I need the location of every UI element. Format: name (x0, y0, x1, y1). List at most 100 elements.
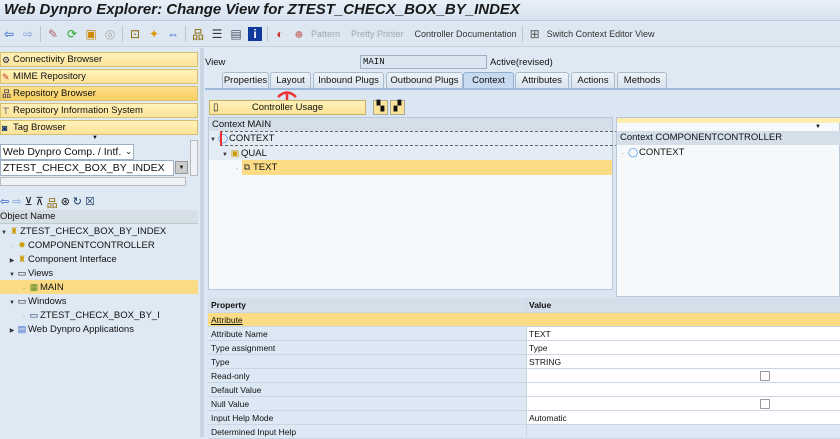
tab-inbound-plugs[interactable]: Inbound Plugs (313, 72, 384, 89)
stack-icon[interactable]: ☰ (210, 27, 224, 41)
nav-mime-repository[interactable]: ✎ MIME Repository (0, 69, 198, 84)
property-value (527, 425, 840, 438)
component-context-node[interactable]: · ◯CONTEXT (619, 145, 684, 160)
tree-item-applications[interactable]: ▶ ▤ Web Dynpro Applications (0, 322, 198, 336)
nav-label: Connectivity Browser (13, 54, 103, 65)
splitter[interactable] (200, 48, 204, 437)
collapse-arrow-icon[interactable]: ▼ (92, 135, 98, 141)
tab-actions[interactable]: Actions (571, 72, 615, 89)
tree-item-windows[interactable]: ▼ ▭ Windows (0, 294, 198, 308)
nav-connectivity-browser[interactable]: ⚙ Connectivity Browser (0, 52, 198, 67)
connectivity-icon: ⚙ (2, 55, 11, 65)
chevron-down-icon[interactable]: ⌄ (125, 145, 132, 159)
controller-usage-button[interactable]: ▯ Controller Usage (209, 100, 366, 115)
where-used-icon[interactable]: ⊡ (128, 27, 142, 41)
pattern-button[interactable]: Pattern (311, 29, 340, 39)
forward-icon[interactable]: ⇨ (21, 27, 35, 41)
context-node-root[interactable]: ▼ ◯CONTEXT (209, 131, 623, 146)
tree-item-window[interactable]: · ▭ ZTEST_CHECX_BOX_BY_I (0, 308, 198, 322)
activate-icon[interactable]: ◎ (103, 27, 117, 41)
collapse-all-icon[interactable]: ⊻ (24, 195, 32, 211)
view-name-field[interactable]: MAIN (360, 55, 487, 69)
property-value[interactable]: STRING (527, 355, 840, 368)
info-icon[interactable]: i (248, 27, 262, 41)
tree-item-componentcontroller[interactable]: · ✸ COMPONENTCONTROLLER (0, 238, 198, 252)
pretty-printer-button[interactable]: Pretty Printer (351, 29, 404, 39)
tree-label: Component Interface (28, 254, 117, 265)
nav-tag-browser[interactable]: ◙ Tag Browser (0, 120, 198, 135)
null-value-checkbox[interactable] (760, 399, 770, 409)
tree-label: ZTEST_CHECX_BOX_BY_I (40, 310, 160, 321)
user-icon[interactable]: ☻ (292, 27, 306, 41)
edit-icon[interactable]: ✎ (46, 27, 60, 41)
separator (122, 26, 123, 42)
mime-icon: ✎ (2, 72, 10, 82)
nav-repository-browser[interactable]: 品 Repository Browser (0, 86, 198, 101)
tab-attributes[interactable]: Attributes (515, 72, 569, 89)
tree-label: COMPONENTCONTROLLER (28, 240, 155, 251)
back-icon[interactable]: ⇦ (2, 27, 16, 41)
dropdown-arrow-icon[interactable]: ▼ (815, 124, 821, 130)
info-system-icon: ⊤ (2, 106, 10, 116)
tree-label: Views (28, 268, 54, 279)
tab-methods[interactable]: Methods (617, 72, 667, 89)
property-row: Type STRING (208, 355, 840, 369)
horizontal-scrollbar[interactable] (0, 177, 186, 186)
property-name: Read-only (208, 369, 527, 382)
property-value[interactable]: TEXT (527, 327, 840, 340)
tree-item-main[interactable]: · ▦ MAIN (0, 280, 198, 294)
property-value (527, 369, 840, 382)
switch-context-editor-button[interactable]: Switch Context Editor View (547, 29, 655, 39)
tab-context[interactable]: Context (463, 72, 514, 89)
tree-item-views[interactable]: ▼ ▭ Views (0, 266, 198, 280)
separator (267, 26, 268, 42)
nav-label: MIME Repository (13, 71, 86, 82)
new-object-icon[interactable]: ⊛ (61, 195, 70, 211)
component-selector[interactable] (617, 118, 840, 123)
back-icon[interactable]: ⇦ (0, 195, 9, 211)
context-attribute-text[interactable]: · ⧉ TEXT (209, 160, 612, 175)
tab-properties[interactable]: Properties (222, 72, 269, 89)
web-icon[interactable]: ◐ (273, 27, 287, 41)
binoculars-icon[interactable]: ▚ (373, 100, 388, 115)
context-node-qual[interactable]: ▼ ▣ QUAL (209, 146, 612, 161)
vertical-scrollbar[interactable] (190, 140, 198, 176)
read-only-checkbox[interactable] (760, 371, 770, 381)
test-icon[interactable]: ✦ (147, 27, 161, 41)
display-object-list-icon[interactable]: ▤ (229, 27, 243, 41)
controller-usage-label: Controller Usage (251, 102, 324, 113)
object-name-input[interactable]: ZTEST_CHECX_BOX_BY_INDEX (0, 160, 174, 176)
node-label: CONTEXT (639, 147, 685, 158)
property-name: Type (208, 355, 527, 368)
refresh-icon[interactable]: ↻ (73, 195, 82, 211)
check-icon[interactable]: ▣ (84, 27, 98, 41)
node-label: TEXT (253, 162, 278, 173)
tree-item-component-interface[interactable]: ▶ ♜ Component Interface (0, 252, 198, 266)
property-row: Attribute Name TEXT (208, 327, 840, 341)
nav-label: Repository Browser (13, 88, 96, 99)
property-name: Input Help Mode (208, 411, 527, 424)
tree-label: MAIN (40, 282, 64, 293)
find-next-icon[interactable]: ▞ (390, 100, 405, 115)
object-type-select[interactable]: Web Dynpro Comp. / Intf. ⌄ (0, 144, 134, 160)
forward-icon[interactable]: ⇨ (12, 195, 21, 211)
node-icon: ▣ (230, 148, 240, 158)
nav-repository-info-system[interactable]: ⊤ Repository Information System (0, 103, 198, 118)
hierarchy-icon[interactable]: 品 (47, 195, 58, 211)
section-link[interactable]: Attribute (208, 313, 243, 326)
close-icon[interactable]: ☒ (85, 195, 95, 211)
expand-all-icon[interactable]: ⊼ (36, 195, 44, 211)
tree-item-component[interactable]: ▼ ♜ ZTEST_CHECX_BOX_BY_INDEX (0, 224, 198, 238)
hierarchy-icon[interactable]: 品 (191, 26, 205, 43)
property-value[interactable]: Type (527, 341, 840, 354)
controller-documentation-button[interactable]: Controller Documentation (415, 29, 517, 39)
tag-icon: ◙ (2, 123, 8, 133)
column-property: Property (208, 298, 527, 312)
property-value[interactable]: Automatic (527, 411, 840, 424)
navigate-icon[interactable]: ⇔ (166, 27, 180, 41)
property-value[interactable] (527, 383, 840, 396)
tab-outbound-plugs[interactable]: Outbound Plugs (386, 72, 463, 89)
dropdown-button[interactable]: ▼ (175, 161, 188, 174)
toggle-active-icon[interactable]: ⟳ (65, 27, 79, 41)
tab-layout[interactable]: Layout (270, 72, 311, 89)
